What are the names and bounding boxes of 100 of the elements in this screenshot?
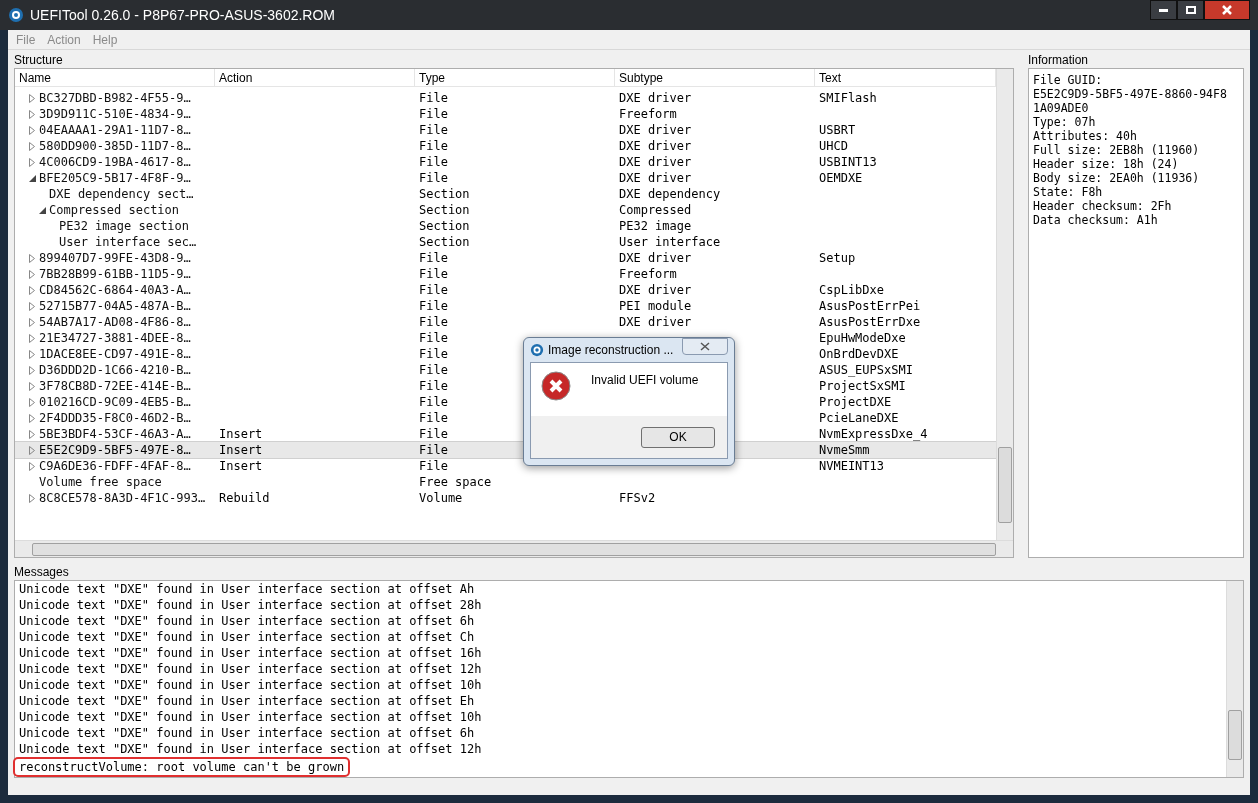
name-cell[interactable]: 52715B77-04A5-487A-B… [39,298,191,314]
table-cell: Freeform [619,107,677,121]
info-line: Full size: 2EB8h (11960) [1033,143,1201,157]
name-cell[interactable]: Volume free space [39,474,162,490]
panel-title: Messages [14,564,70,580]
table-cell: PEI module [619,299,692,313]
ok-button[interactable]: OK [641,426,715,448]
message-line: Unicode text "DXE" found in User interface section at offset 10h [18,677,483,693]
column-header[interactable]: Action [215,69,415,86]
horizontal-scrollbar[interactable] [15,540,1013,557]
table-cell: DXE driver [619,155,692,169]
collapsed-arrow-icon[interactable] [29,125,35,135]
name-cell[interactable]: D36DDD2D-1C66-4210-B… [39,362,191,378]
name-cell[interactable]: 1DACE8EE-CD97-491E-8… [39,346,191,362]
info-line: Header checksum: 2Fh [1033,199,1173,213]
name-cell[interactable]: 010216CD-9C09-4EB5-B… [39,394,191,410]
name-cell[interactable]: 7BB28B99-61BB-11D5-9… [39,266,191,282]
name-cell[interactable]: 21E34727-3881-4DEE-8… [39,330,191,346]
name-cell[interactable]: 5BE3BDF4-53CF-46A3-A… [39,426,191,442]
collapsed-arrow-icon[interactable] [29,445,35,455]
name-cell[interactable]: 3F78CB8D-72EE-414E-B… [39,378,191,394]
name-cell[interactable]: BC327DBD-B982-4F55-9… [39,90,191,106]
info-line: Body size: 2EA0h (11936) [1033,171,1201,185]
minimize-button[interactable] [1150,0,1177,20]
message-line: Unicode text "DXE" found in User interface section at offset Eh [18,693,476,709]
message-line: reconstructVolume: root volume can't be grown [15,759,349,775]
info-line: Attributes: 40h [1033,129,1138,143]
column-header[interactable]: Name [15,69,215,86]
name-cell[interactable]: 8C8CE578-8A3D-4F1C-993… [39,490,206,506]
table-cell: Rebuild [219,491,270,505]
table-cell: PE32 image [619,219,692,233]
dialog-message: Invalid UEFI volume [591,372,699,389]
name-cell[interactable]: PE32 image section [59,218,190,234]
message-line: Unicode text "DXE" found in User interface section at offset 6h [18,613,476,629]
table-cell: User interface [619,235,721,249]
collapsed-arrow-icon[interactable] [29,317,35,327]
name-cell[interactable]: 4C006CD9-19BA-4617-8… [39,154,191,170]
error-icon [541,371,571,401]
message-line: Unicode text "DXE" found in User interface section at offset 10h [18,709,483,725]
collapsed-arrow-icon[interactable] [29,413,35,423]
collapsed-arrow-icon[interactable] [29,461,35,471]
name-cell[interactable]: 54AB7A17-AD08-4F86-8… [39,314,191,330]
table-cell: Insert [219,443,263,457]
name-cell[interactable]: BFE205C9-5B17-4F8F-9… [39,170,191,186]
window-title: UEFITool 0.26.0 - P8P67-PRO-ASUS-3602.ROM [30,5,335,25]
table-cell: File [419,123,448,137]
collapsed-arrow-icon[interactable] [29,301,35,311]
collapsed-arrow-icon[interactable] [29,141,35,151]
column-header[interactable]: Subtype [615,69,815,86]
vertical-scrollbar[interactable] [1226,581,1243,777]
vertical-scrollbar[interactable] [996,69,1013,540]
name-cell[interactable]: 04EAAAA1-29A1-11D7-8… [39,122,191,138]
table-cell: Section [419,203,470,217]
collapsed-arrow-icon[interactable] [29,349,35,359]
collapsed-arrow-icon[interactable] [29,333,35,343]
table-cell: DXE driver [619,91,692,105]
table-cell: DXE driver [619,171,692,185]
close-button[interactable] [1204,0,1250,20]
collapsed-arrow-icon[interactable] [29,93,35,103]
name-cell[interactable]: User interface sec… [59,234,197,250]
close-icon [700,342,710,351]
collapsed-arrow-icon[interactable] [29,397,35,407]
name-cell[interactable]: Compressed section [49,202,180,218]
name-cell[interactable]: 2F4DDD35-F8C0-46D2-B… [39,410,191,426]
collapsed-arrow-icon[interactable] [29,269,35,279]
name-cell[interactable]: E5E2C9D9-5BF5-497E-8… [39,442,191,458]
maximize-button[interactable] [1177,0,1204,20]
table-cell: DXE driver [619,139,692,153]
expanded-arrow-icon[interactable] [29,174,36,182]
table-cell: SMIFlash [819,91,877,105]
name-cell[interactable]: 580DD900-385D-11D7-8… [39,138,191,154]
name-cell[interactable]: DXE dependency sect… [49,186,194,202]
table-cell: Insert [219,427,263,441]
collapsed-arrow-icon[interactable] [29,285,35,295]
collapsed-arrow-icon[interactable] [29,365,35,375]
collapsed-arrow-icon[interactable] [29,429,35,439]
table-cell: DXE dependency [619,187,721,201]
collapsed-arrow-icon[interactable] [29,381,35,391]
table-cell: File [419,347,448,361]
collapsed-arrow-icon[interactable] [29,109,35,119]
table-cell: OnBrdDevDXE [819,347,899,361]
name-cell[interactable]: 3D9D911C-510E-4834-9… [39,106,191,122]
table-cell: File [419,91,448,105]
table-cell: USBINT13 [819,155,877,169]
table-cell: File [419,315,448,329]
table-cell: DXE driver [619,123,692,137]
table-cell: File [419,155,448,169]
collapsed-arrow-icon[interactable] [29,157,35,167]
table-cell: EpuHwModeDxe [819,331,906,345]
column-header[interactable]: Type [415,69,615,86]
table-cell: File [419,427,448,441]
name-cell[interactable]: 899407D7-99FE-43D8-9… [39,250,191,266]
name-cell[interactable]: CD84562C-6864-40A3-A… [39,282,191,298]
collapsed-arrow-icon[interactable] [29,493,35,503]
collapsed-arrow-icon[interactable] [29,253,35,263]
name-cell[interactable]: C9A6DE36-FDFF-4FAF-8… [39,458,191,474]
table-cell: File [419,459,448,473]
table-cell: File [419,299,448,313]
expanded-arrow-icon[interactable] [39,206,46,214]
table-cell: OEMDXE [819,171,863,185]
